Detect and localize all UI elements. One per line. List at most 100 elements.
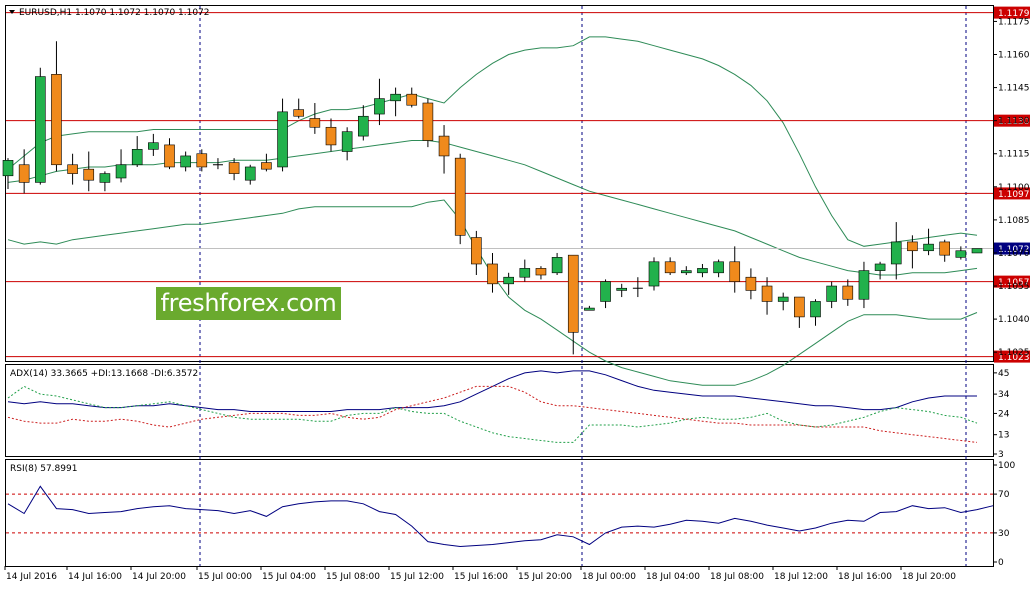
candle-body — [971, 248, 983, 254]
candle-body — [810, 301, 821, 318]
candle-body — [729, 261, 741, 282]
candle-body — [519, 268, 531, 278]
time-tick-label: 15 Jul 04:00 — [262, 572, 316, 582]
candle-body — [83, 168, 95, 181]
time-tick-label: 18 Jul 00:00 — [582, 572, 636, 582]
candle-body — [357, 115, 369, 137]
candle-body — [99, 173, 111, 183]
time-tick-label: 15 Jul 16:00 — [454, 572, 508, 582]
candle-body — [648, 261, 660, 287]
candle-body — [616, 287, 628, 291]
candle-body — [148, 142, 159, 150]
candle-body — [858, 270, 870, 300]
rsi-tick-label: 0 — [998, 558, 1004, 568]
price-tick-label: 1.1115 — [998, 150, 1030, 160]
price-tick-label: 1.1130 — [998, 117, 1030, 127]
candle-body — [713, 261, 724, 274]
candle-body — [261, 162, 272, 170]
price-tick-label: 1.1145 — [998, 84, 1030, 94]
candle-body — [842, 285, 854, 300]
rsi-tick-label: 30 — [998, 529, 1010, 539]
candle-body — [826, 285, 837, 302]
time-tick-label: 15 Jul 08:00 — [326, 572, 380, 582]
candle-body — [923, 243, 934, 252]
candle-body — [390, 93, 401, 102]
candle-body — [584, 307, 595, 311]
candle — [34, 67, 46, 185]
candle-body — [341, 131, 353, 152]
candle-body — [471, 237, 482, 265]
adx-header: ADX(14) 33.3665 +DI:13.1668 -DI:6.3572 — [10, 369, 198, 379]
candle-body — [697, 268, 708, 274]
candle-body — [761, 285, 773, 302]
candle-body — [115, 164, 127, 179]
candle-body — [180, 155, 191, 168]
candle-body — [874, 263, 886, 271]
candle-body — [293, 109, 305, 117]
price-tick-label: 1.1070 — [998, 249, 1030, 259]
candle-body — [939, 241, 951, 256]
candle-body — [325, 126, 337, 146]
candle-body — [794, 296, 805, 318]
adx-tick-label: 3 — [998, 450, 1004, 460]
time-tick-label: 14 Jul 16:00 — [68, 572, 122, 582]
adx-tick-label: 34 — [998, 390, 1010, 400]
candle — [422, 98, 434, 148]
candle-body — [438, 135, 450, 157]
rsi-tick-label: 100 — [998, 461, 1015, 471]
candle-body — [374, 98, 385, 115]
candle-body — [680, 270, 692, 274]
price-tick-label: 1.1175 — [998, 17, 1030, 27]
symbol-header-text: EURUSD,H1 1.1070 1.1072 1.1070 1.1072 — [19, 8, 210, 18]
candle-body — [18, 164, 30, 183]
time-tick-label: 14 Jul 20:00 — [132, 572, 186, 582]
candle — [648, 257, 660, 291]
price-tick-label: 1.1055 — [998, 282, 1030, 292]
candle — [971, 248, 983, 254]
candle-body — [196, 153, 208, 168]
candle-body — [67, 164, 78, 174]
candle-body — [551, 257, 563, 274]
candle-body — [228, 162, 240, 174]
symbol-header: EURUSD,H1 1.1070 1.1072 1.1070 1.1072 — [9, 8, 210, 18]
price-tick-label: 1.1160 — [998, 51, 1030, 61]
adx-tick-label: 24 — [998, 409, 1010, 419]
candle-body — [777, 296, 789, 302]
candle-body — [745, 276, 757, 291]
freshforex-logo: freshforex.com — [156, 287, 341, 320]
price-tick-label: 1.1100 — [998, 183, 1030, 193]
rsi-header: RSI(8) 57.8991 — [10, 464, 77, 474]
time-tick-label: 14 Jul 2016 — [6, 572, 57, 582]
candle-body — [567, 254, 579, 333]
adx-tick-label: 45 — [998, 369, 1009, 379]
price-tick-label: 1.1025 — [998, 348, 1030, 358]
candle-body — [890, 241, 902, 265]
candle-body — [309, 118, 321, 128]
candle-body — [51, 74, 62, 166]
time-tick-label: 15 Jul 20:00 — [518, 572, 572, 582]
price-tick-label: 1.1040 — [998, 315, 1030, 325]
candle-body — [535, 268, 547, 276]
rsi-tick-label: 70 — [998, 490, 1010, 500]
candle-body — [406, 93, 418, 106]
candle-body — [277, 111, 288, 168]
time-tick-label: 18 Jul 08:00 — [710, 572, 764, 582]
candle-body — [955, 250, 967, 258]
candle-body — [131, 149, 143, 166]
candle-body — [454, 157, 466, 236]
candle — [454, 153, 466, 245]
time-tick-label: 15 Jul 12:00 — [390, 572, 444, 582]
time-tick-label: 18 Jul 16:00 — [838, 572, 892, 582]
candle-body — [2, 160, 14, 177]
candle-body — [244, 166, 256, 181]
candle-body — [600, 281, 611, 302]
candle-body — [907, 241, 918, 252]
time-tick-label: 18 Jul 04:00 — [646, 572, 700, 582]
time-tick-label: 18 Jul 12:00 — [774, 572, 828, 582]
candle-body — [422, 102, 434, 141]
candle-body — [664, 261, 676, 274]
adx-tick-label: 13 — [998, 431, 1009, 441]
candle-body — [503, 276, 514, 285]
candle-body — [164, 144, 175, 168]
candle-body — [487, 263, 498, 285]
